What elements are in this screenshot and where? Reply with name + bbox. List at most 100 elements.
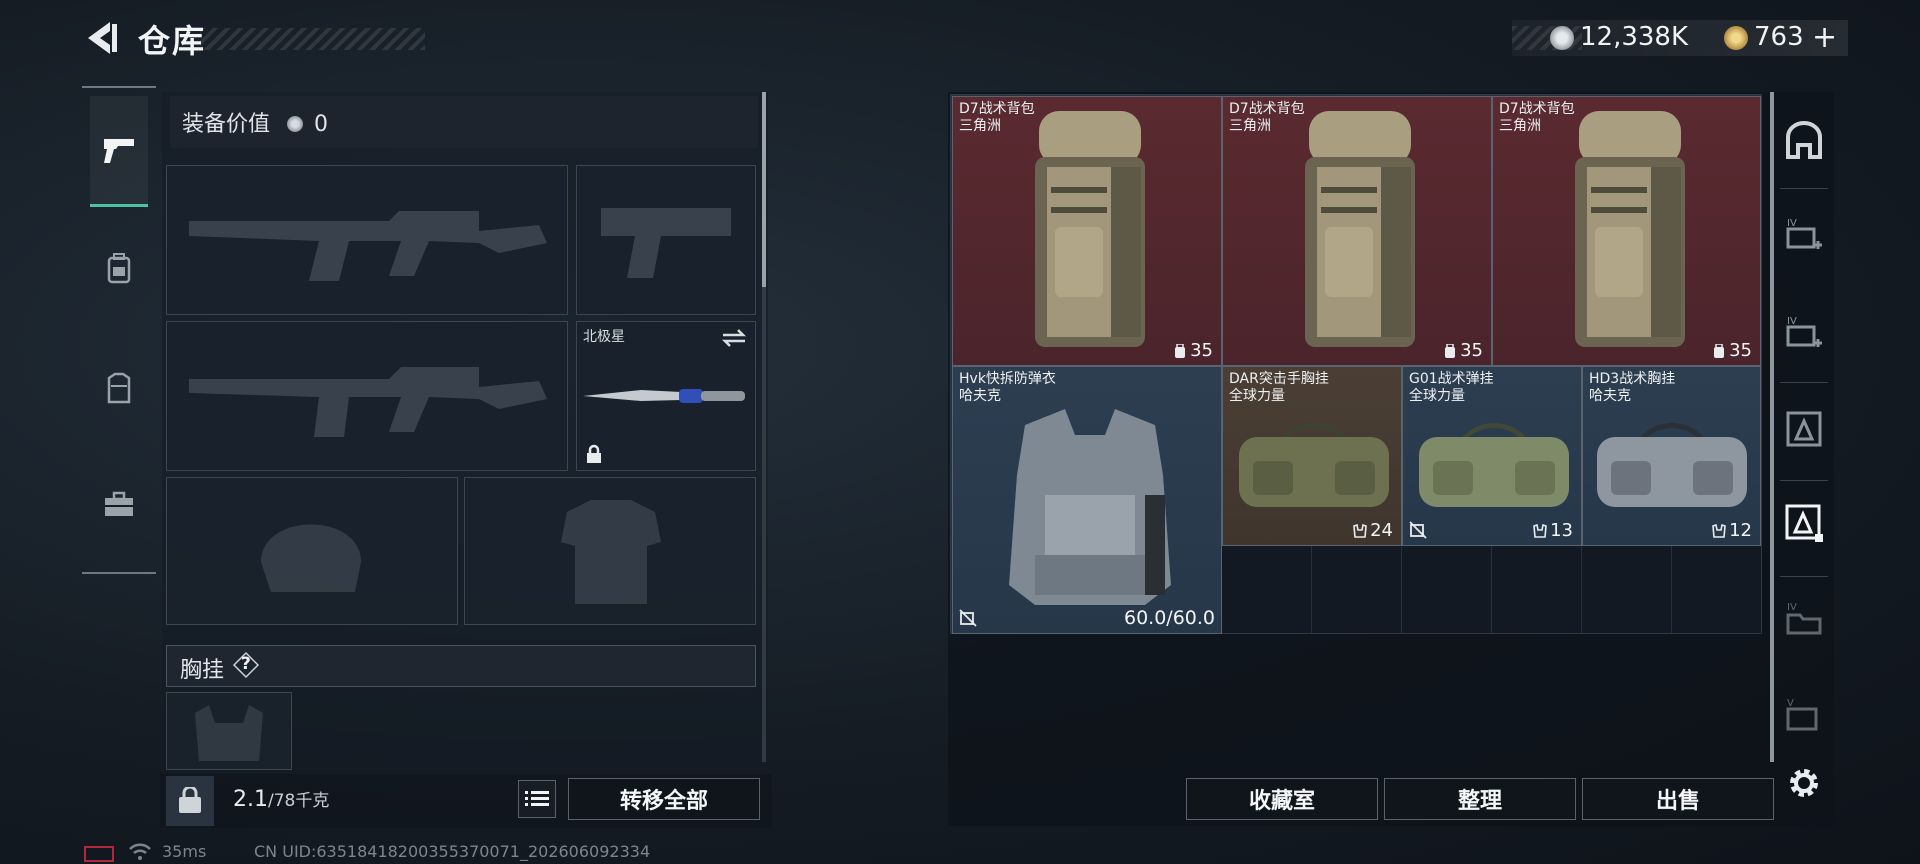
secondary-weapon-slot[interactable]: [166, 321, 568, 471]
loadout-scrollbar[interactable]: [762, 92, 766, 762]
organize-button[interactable]: 整理: [1384, 778, 1576, 820]
list-view-button[interactable]: [518, 780, 556, 818]
folder-icon: IV: [1786, 602, 1822, 635]
weight-current: 2.1: [233, 787, 268, 812]
chest-rig-silhouette-icon: [195, 705, 263, 761]
equip-value-amount: 0: [314, 112, 329, 137]
backpack-image: [1575, 111, 1685, 347]
chest-rig-small-icon: [1712, 523, 1726, 538]
gold-coin-icon: [1724, 26, 1748, 50]
equip-value-label: 装备价值: [182, 112, 271, 137]
back-button[interactable]: [80, 18, 120, 58]
backpack-small-icon: [1175, 343, 1186, 358]
chest-rig-slot[interactable]: [166, 692, 292, 770]
vest-silhouette-icon: [561, 500, 661, 604]
title-decoration: [200, 28, 425, 50]
stash-add-icon: IV: [1786, 316, 1822, 347]
currency-primary: 12,338K: [1580, 22, 1689, 52]
helmet-silhouette-icon: [261, 524, 361, 592]
stash-add-icon: IV: [1786, 218, 1822, 249]
backpack-image: [1035, 111, 1145, 347]
tab-armor[interactable]: [90, 332, 148, 444]
stash-lock-icon: V: [1786, 698, 1818, 731]
svg-text:IV: IV: [1787, 218, 1797, 229]
stash-item[interactable]: DAR突击手胸挂 全球力量 24: [1222, 366, 1402, 546]
toolbox-icon: [105, 491, 133, 516]
weight-lock-icon: [179, 787, 201, 813]
armor-slot[interactable]: [464, 477, 756, 625]
stash-item[interactable]: G01战术弹挂 全球力量 13: [1402, 366, 1582, 546]
delta-box-icon: [1786, 411, 1822, 447]
list-icon: [525, 791, 549, 806]
stash-item[interactable]: HD3战术胸挂 哈夫克 12: [1582, 366, 1761, 546]
stash-scrollbar[interactable]: [1770, 92, 1774, 762]
svg-text:IV: IV: [1787, 602, 1797, 613]
stash-home-icon: [1786, 121, 1822, 159]
transfer-all-button[interactable]: 转移全部: [568, 778, 760, 820]
sell-button[interactable]: 出售: [1582, 778, 1774, 820]
stash-page-v-button[interactable]: V: [1783, 694, 1825, 736]
stash-page-iv-2-button[interactable]: IV: [1783, 312, 1825, 354]
stash-page-iv-button[interactable]: IV: [1783, 214, 1825, 256]
pistol-icon: [104, 139, 134, 163]
chest-rig-label: 胸挂: [180, 658, 225, 683]
stash-page-delta-button[interactable]: [1783, 408, 1825, 450]
tab-backpack[interactable]: [90, 212, 148, 324]
currency-bar: 12,338K 763 +: [1512, 20, 1848, 56]
stash-item[interactable]: D7战术背包 三角洲 35: [1492, 96, 1761, 366]
stash-grid: D7战术背包 三角洲 35 D7战术背包 三角洲 35 D7战术背包 三角洲 3…: [950, 94, 1762, 634]
collection-room-button[interactable]: 收藏室: [1186, 778, 1378, 820]
backpack-small-icon: [1714, 343, 1725, 358]
carry-weight: 2.1/78千克: [233, 786, 329, 812]
stash-item[interactable]: Hvk快拆防弹衣 哈夫克 60.0/60.0: [952, 366, 1222, 634]
pistol-silhouette-icon: [601, 208, 731, 278]
helmet-slot[interactable]: [166, 477, 458, 625]
silver-coin-icon: [1550, 26, 1574, 50]
uid-text: CN UID:635184182003553700​71_20260609233…: [254, 842, 651, 861]
knife-icon: [583, 389, 745, 403]
stash-item[interactable]: D7战术背包 三角洲 35: [952, 96, 1222, 366]
battery-icon: [84, 846, 114, 862]
add-currency-button[interactable]: +: [1812, 20, 1837, 55]
tab-weapons[interactable]: [90, 96, 148, 207]
stash-item[interactable]: D7战术背包 三角洲 35: [1222, 96, 1492, 366]
rifle-silhouette-icon: [189, 211, 547, 281]
gear-icon: [1790, 769, 1818, 797]
help-button[interactable]: ?: [232, 651, 260, 679]
duffel-bag-image: [1597, 423, 1747, 507]
sidearm-slot[interactable]: [576, 165, 756, 315]
duffel-bag-image: [1239, 423, 1389, 507]
delta-box-icon: [1785, 504, 1823, 542]
ping-text: 35ms: [162, 842, 207, 861]
stash-page-delta-active-button[interactable]: [1783, 502, 1825, 544]
backpack-small-icon: [1445, 343, 1456, 358]
lock-icon: [587, 444, 601, 463]
backpack-image: [1305, 111, 1415, 347]
svg-text:V: V: [1787, 698, 1794, 709]
currency-secondary: 763: [1754, 22, 1804, 52]
page-title: 仓库: [138, 22, 207, 60]
body-armor-image: [1009, 409, 1171, 605]
melee-name: 北极星: [583, 329, 625, 345]
chest-rig-small-icon: [1353, 523, 1367, 538]
duffel-bag-image: [1419, 423, 1569, 507]
stash-page-1-button[interactable]: [1783, 120, 1825, 162]
swap-icon[interactable]: [721, 328, 747, 348]
weight-max: /78千克: [268, 791, 330, 811]
chest-rig-small-icon: [1533, 523, 1547, 538]
primary-weapon-slot[interactable]: [166, 165, 568, 315]
rifle-silhouette-icon: [189, 367, 547, 437]
tab-tools[interactable]: [90, 448, 148, 560]
stash-page-iv-folder-button[interactable]: IV: [1783, 598, 1825, 640]
settings-button[interactable]: [1783, 762, 1825, 804]
svg-text:IV: IV: [1787, 316, 1797, 327]
durability: 60.0/60.0: [1123, 607, 1215, 629]
no-insure-icon: [959, 609, 977, 627]
backpack-icon: [107, 253, 131, 284]
wifi-icon: [129, 843, 151, 860]
chevron-left-icon: [88, 22, 117, 54]
vest-icon: [107, 372, 131, 404]
no-insure-icon: [1409, 521, 1427, 539]
melee-slot[interactable]: 北极星: [576, 321, 756, 471]
safe-box-button[interactable]: [166, 776, 214, 826]
